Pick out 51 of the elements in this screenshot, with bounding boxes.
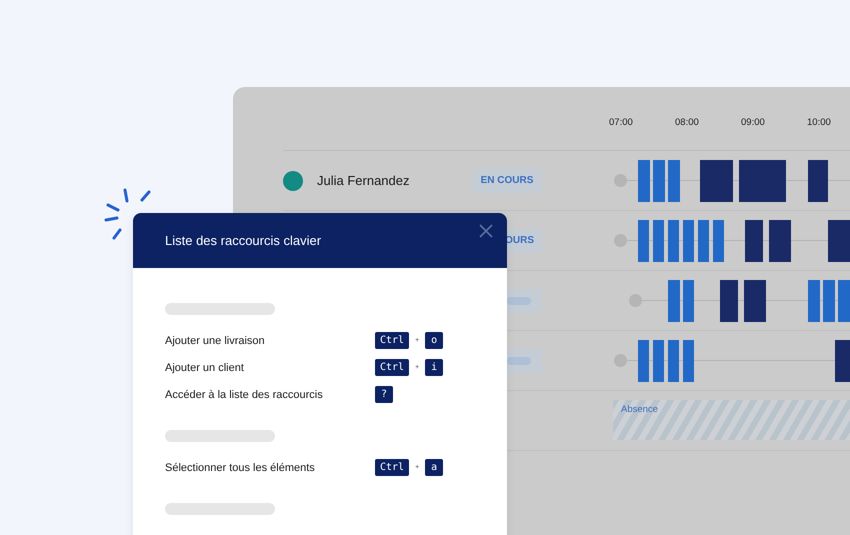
status-badge-placeholder [507, 348, 542, 372]
schedule-bar [668, 340, 679, 382]
schedule-bar [838, 280, 850, 322]
schedule-bar [653, 160, 665, 202]
schedule-bar [638, 160, 650, 202]
schedule-bar [739, 160, 786, 202]
schedule-bar [700, 160, 733, 202]
keyboard-key: ? [375, 386, 393, 403]
close-icon [479, 224, 493, 238]
shortcut-label: Ajouter un client [165, 362, 245, 374]
keyboard-key: a [425, 459, 444, 476]
hour-label: 07:00 [609, 117, 634, 130]
shortcut-label: Sélectionner tous les éléments [165, 462, 316, 474]
schedule-bar [638, 220, 649, 262]
schedule-bar [683, 340, 694, 382]
schedule-bar [668, 280, 680, 322]
keyboard-key: o [425, 332, 444, 349]
schedule-bar [683, 280, 694, 322]
schedule-bar [823, 280, 835, 322]
schedule-bar [745, 220, 763, 262]
schedule-bar [668, 220, 679, 262]
schedule-bar [668, 160, 680, 202]
schedule-bar [653, 220, 664, 262]
schedule-bar [769, 220, 791, 262]
absence-label: Absence [621, 404, 658, 415]
status-badge-placeholder [507, 288, 542, 312]
schedule-bar [720, 280, 738, 322]
close-button[interactable] [477, 222, 495, 240]
shortcut-label: Ajouter une livraison [165, 334, 266, 346]
keyboard-key: Ctrl [375, 459, 410, 476]
hour-label: 08:00 [675, 117, 700, 130]
schedule-bar [653, 340, 664, 382]
keyboard-key: i [425, 359, 444, 376]
schedule-bar [808, 160, 828, 202]
schedule-bar [698, 220, 709, 262]
schedule-bar [828, 220, 850, 262]
schedule-bar [835, 340, 850, 382]
schedule-bar [808, 280, 820, 322]
keyboard-key: Ctrl [375, 332, 410, 349]
schedule-bar [713, 220, 724, 262]
schedule-bar [683, 220, 694, 262]
hour-label: 10:00 [807, 117, 832, 130]
person-name: Julia Fernandez [317, 173, 410, 188]
schedule-bar [638, 340, 649, 382]
status-badge: EN COURS [472, 168, 542, 192]
keyboard-key: Ctrl [375, 359, 410, 376]
shortcut-label: Accéder à la liste des raccourcis [165, 388, 324, 400]
schedule-bar [744, 280, 766, 322]
dialog-title: Liste des raccourcis clavier [165, 232, 322, 248]
hour-label: 09:00 [741, 117, 766, 130]
avatar [283, 170, 303, 190]
